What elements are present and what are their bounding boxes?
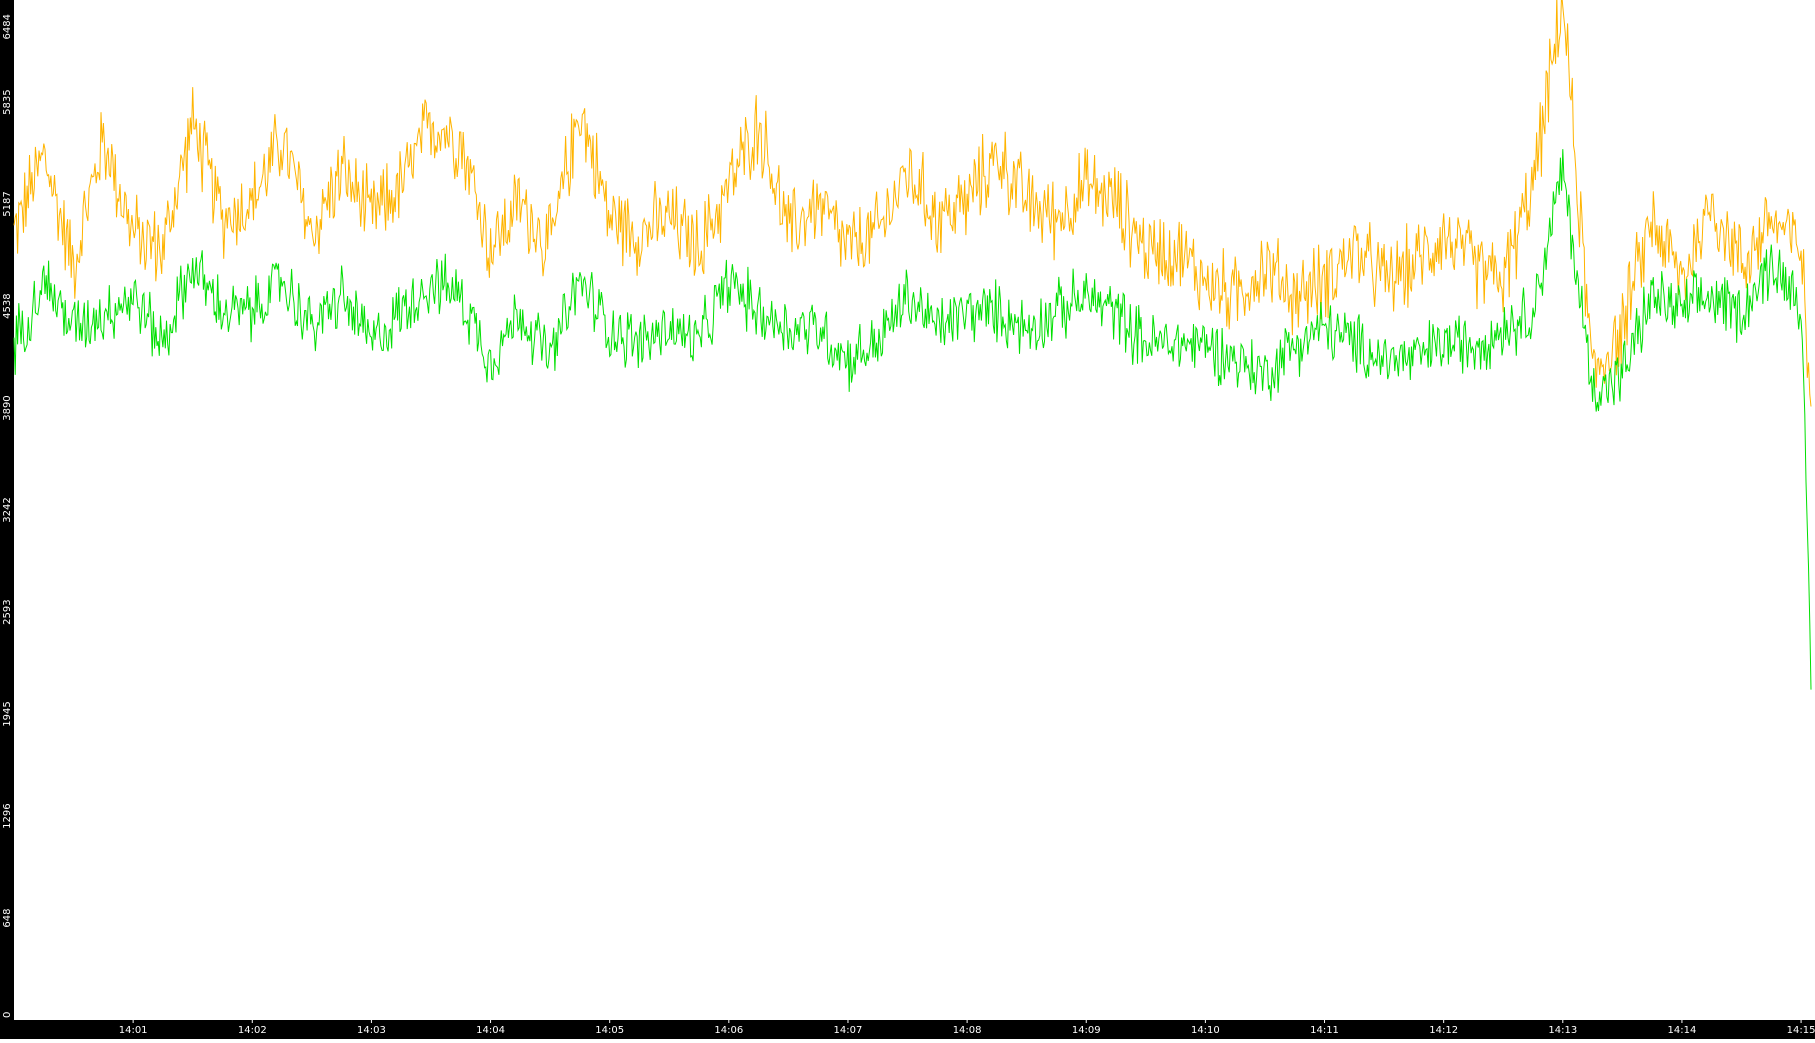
x-tick-label: 14:03	[357, 1025, 386, 1036]
chart-area: 0 648 1296 1945 2593 3242 3890 4538 5187 5835 6484…	[0, 0, 1815, 1039]
x-tick-label: 14:01	[119, 1025, 148, 1036]
y-tick-label: 3242	[2, 497, 13, 522]
x-axis-bar	[0, 1020, 1815, 1039]
x-tick-label: 14:11	[1310, 1025, 1339, 1036]
x-tick-label: 14:04	[476, 1025, 505, 1036]
y-tick-label: 2593	[2, 599, 13, 624]
x-tick-label: 14:14	[1668, 1025, 1697, 1036]
y-tick-label: 5835	[2, 89, 13, 114]
y-tick-label: 0	[2, 1012, 13, 1018]
x-tick-label: 14:09	[1072, 1025, 1101, 1036]
y-tick-label: 5187	[2, 191, 13, 216]
y-tick-label: 648	[2, 909, 13, 928]
x-tick-label: 14:02	[238, 1025, 267, 1036]
x-tick-label: 14:06	[714, 1025, 743, 1036]
x-tick-label: 14:13	[1548, 1025, 1577, 1036]
x-tick-label: 14:08	[953, 1025, 982, 1036]
x-tick-label: 14:10	[1191, 1025, 1220, 1036]
x-tick-label: 14:15	[1787, 1025, 1815, 1036]
y-tick-label: 6484	[2, 14, 13, 39]
y-tick-label: 1296	[2, 803, 13, 828]
y-tick-label: 4538	[2, 293, 13, 318]
y-tick-label: 3890	[2, 395, 13, 420]
x-tick-label: 14:12	[1429, 1025, 1458, 1036]
y-tick-label: 1945	[2, 701, 13, 726]
line-chart: 0 648 1296 1945 2593 3242 3890 4538 5187 5835 6484…	[0, 0, 1815, 1039]
x-tick-label: 14:07	[834, 1025, 863, 1036]
x-tick-label: 14:05	[595, 1025, 624, 1036]
